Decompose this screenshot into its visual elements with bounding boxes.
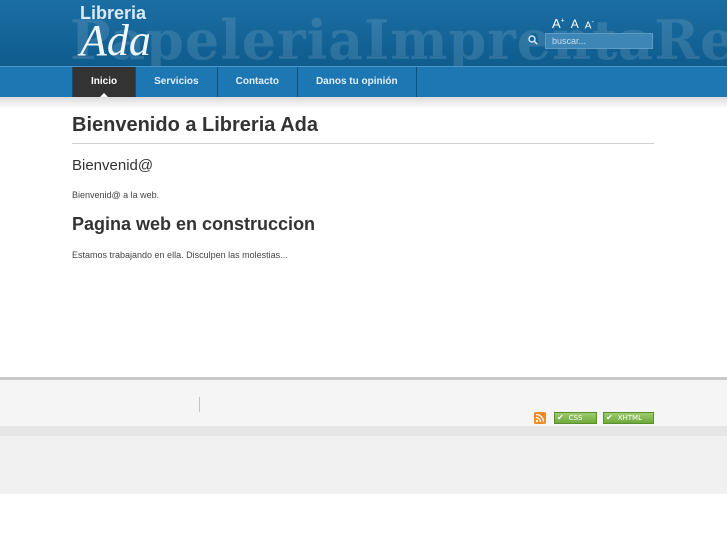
check-icon: ✔: [606, 413, 613, 422]
nav-item-contacto[interactable]: Contacto: [218, 67, 298, 97]
search-input[interactable]: [545, 33, 653, 49]
welcome-text: Bienvenid@ a la web.: [72, 190, 160, 200]
font-size-controls: A+ A A-: [552, 16, 594, 31]
nav-item-opinion[interactable]: Danos tu opinión: [298, 67, 417, 97]
subfooter: [0, 436, 727, 494]
welcome-heading: Bienvenid@: [72, 157, 154, 174]
construction-text: Estamos trabajando en ella. Disculpen la…: [72, 250, 288, 260]
page-title: Bienvenido a Libreria Ada: [72, 114, 654, 144]
rss-icon[interactable]: [534, 412, 546, 424]
css-valid-badge[interactable]: ✔ CSS: [554, 412, 597, 424]
logo-main-text[interactable]: Ada: [80, 19, 151, 63]
site-footer: ✔ CSS ✔ XHTML: [0, 380, 727, 426]
site-header: PapeleriaImprentaRegalo Libreria Ada A+ …: [0, 0, 727, 66]
nav-item-inicio[interactable]: Inicio: [72, 67, 137, 97]
main-navigation: Inicio Servicios Contacto Danos tu opini…: [0, 66, 727, 97]
subfooter-bar: [0, 426, 727, 436]
xhtml-badge-label: XHTML: [617, 414, 642, 422]
construction-heading: Pagina web en construccion: [72, 214, 316, 234]
search-icon[interactable]: [528, 35, 538, 45]
main-content: Bienvenido a Libreria Ada Bienvenid@ Bie…: [72, 114, 654, 260]
font-increase-button[interactable]: A+: [552, 16, 565, 31]
xhtml-valid-badge[interactable]: ✔ XHTML: [603, 412, 654, 424]
css-badge-label: CSS: [568, 414, 583, 422]
check-icon: ✔: [557, 413, 564, 422]
nav-item-servicios[interactable]: Servicios: [136, 67, 218, 97]
nav-shadow: [0, 97, 727, 109]
footer-separator: [199, 397, 200, 412]
font-decrease-button[interactable]: A-: [585, 19, 594, 31]
font-normal-button[interactable]: A: [571, 17, 579, 31]
